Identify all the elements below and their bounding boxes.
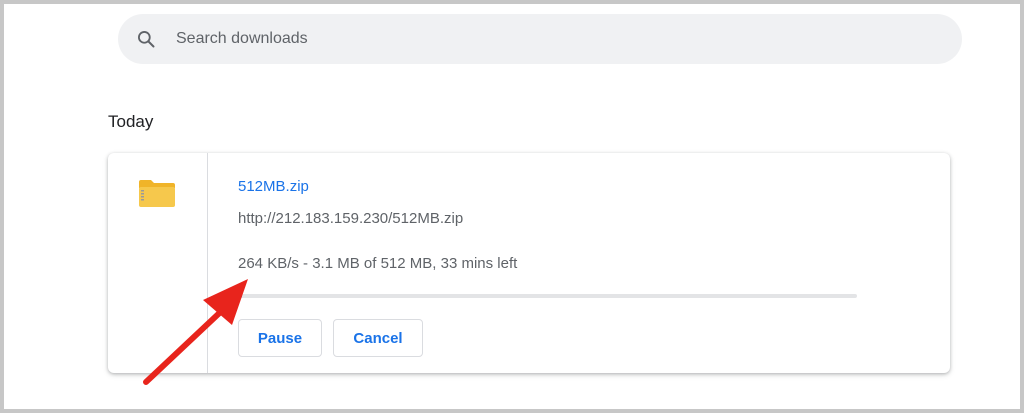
download-progress-fill: [238, 294, 242, 298]
card-divider: [207, 153, 208, 373]
section-title: Today: [108, 112, 154, 131]
search-input[interactable]: [176, 14, 936, 64]
download-status: 264 KB/s - 3.1 MB of 512 MB, 33 mins lef…: [238, 255, 518, 272]
downloads-page: Today 512MB.zip http://212.183.159.230/5…: [4, 4, 1020, 409]
pause-button[interactable]: Pause: [238, 319, 322, 357]
search-bar[interactable]: [118, 14, 962, 64]
download-item-card: 512MB.zip http://212.183.159.230/512MB.z…: [108, 153, 950, 373]
zip-folder-icon: [139, 180, 175, 207]
file-url: http://212.183.159.230/512MB.zip: [238, 210, 464, 227]
search-icon: [138, 31, 155, 48]
file-name-link[interactable]: 512MB.zip: [238, 178, 309, 195]
cancel-button[interactable]: Cancel: [333, 319, 423, 357]
download-progress-bar: [238, 294, 857, 298]
